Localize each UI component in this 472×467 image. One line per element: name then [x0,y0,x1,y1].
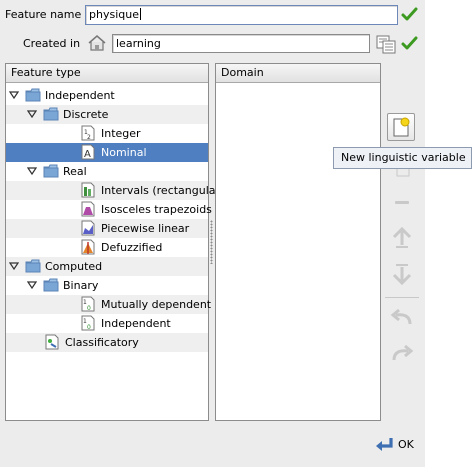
tree-row[interactable]: Independent [6,86,208,105]
expand-toggle-icon[interactable] [27,109,37,119]
created-in-input[interactable]: learning [112,34,370,53]
tree-row-label: Piecewise linear [101,222,190,235]
tree-row[interactable]: Classificatory [6,333,208,352]
move-top-icon[interactable] [388,224,416,252]
expand-toggle-icon[interactable] [27,166,37,176]
tree-row[interactable]: 1 0 Independent [6,314,208,333]
tree-row-label: Discrete [63,108,109,121]
tree-row[interactable]: Real [6,162,208,181]
tree-row-label: Independent [45,89,115,102]
created-in-check-icon [401,36,418,50]
ok-arrow-icon [376,438,393,451]
feature-type-header[interactable]: Feature type [6,64,208,83]
tree-row-label: Computed [45,260,103,273]
tree-row[interactable]: Piecewise linear [6,219,208,238]
tree-row[interactable]: Defuzzified [6,238,208,257]
created-in-label: Created in [23,37,81,50]
svg-text:0: 0 [87,305,91,312]
feature-name-input[interactable]: physique [85,5,398,25]
tree-row-label: Independent [101,317,171,330]
created-in-value: learning [116,37,161,50]
svg-text:A: A [84,149,91,160]
tree-row-label: Mutually dependent [101,298,212,311]
feature-type-tree[interactable]: Feature type Independent Discrete 1 2 Intege… [5,63,224,421]
tree-row-label: Real [63,165,87,178]
undo-icon[interactable] [388,304,416,332]
tree-row[interactable]: A Nominal [6,143,208,162]
remove-icon[interactable] [388,188,416,216]
svg-text:0: 0 [87,324,91,331]
new-linguistic-variable-tooltip: New linguistic variable [333,147,472,169]
tree-row[interactable]: Intervals (rectangular) [6,181,224,200]
expand-toggle-icon[interactable] [27,280,37,290]
splitter-handle[interactable] [210,220,213,264]
ok-label: OK [398,438,414,451]
toolbar-separator [385,297,419,298]
tree-row-label: Isosceles trapezoids [101,203,212,216]
tree-row-label: Classificatory [65,336,139,349]
domain-header[interactable]: Domain [216,64,380,83]
tree-row[interactable]: Isosceles trapezoids [6,200,212,219]
ok-button[interactable]: OK [373,434,419,456]
expand-toggle-icon[interactable] [9,90,19,100]
expand-toggle-icon[interactable] [9,261,19,271]
tree-row-label: Nominal [101,146,147,159]
domain-list[interactable]: Domain [215,63,381,421]
feature-name-label: Feature name [5,8,82,21]
tree-row[interactable]: 1 0 Mutually dependent [6,295,212,314]
redo-icon[interactable] [388,340,416,368]
tree-row-label: Integer [101,127,141,140]
feature-name-value: physique [89,8,139,21]
tree-row[interactable]: Computed [6,257,208,276]
tree-row[interactable]: Discrete [6,105,208,124]
svg-text:2: 2 [87,134,91,141]
feature-name-check-icon [401,7,418,21]
new-document-icon [393,117,410,137]
move-bottom-icon[interactable] [388,261,416,289]
tree-row[interactable]: 1 2 Integer [6,124,208,143]
tree-row-label: Defuzzified [101,241,163,254]
dialog-panel: Feature name physique Created in learnin… [0,0,425,467]
tree-row-label: Intervals (rectangular) [101,184,225,197]
tree-row[interactable]: Binary [6,276,208,295]
home-icon[interactable] [87,34,107,52]
tree-row-label: Binary [63,279,99,292]
new-linguistic-variable-button[interactable] [387,113,415,141]
browse-icon[interactable] [375,34,397,54]
